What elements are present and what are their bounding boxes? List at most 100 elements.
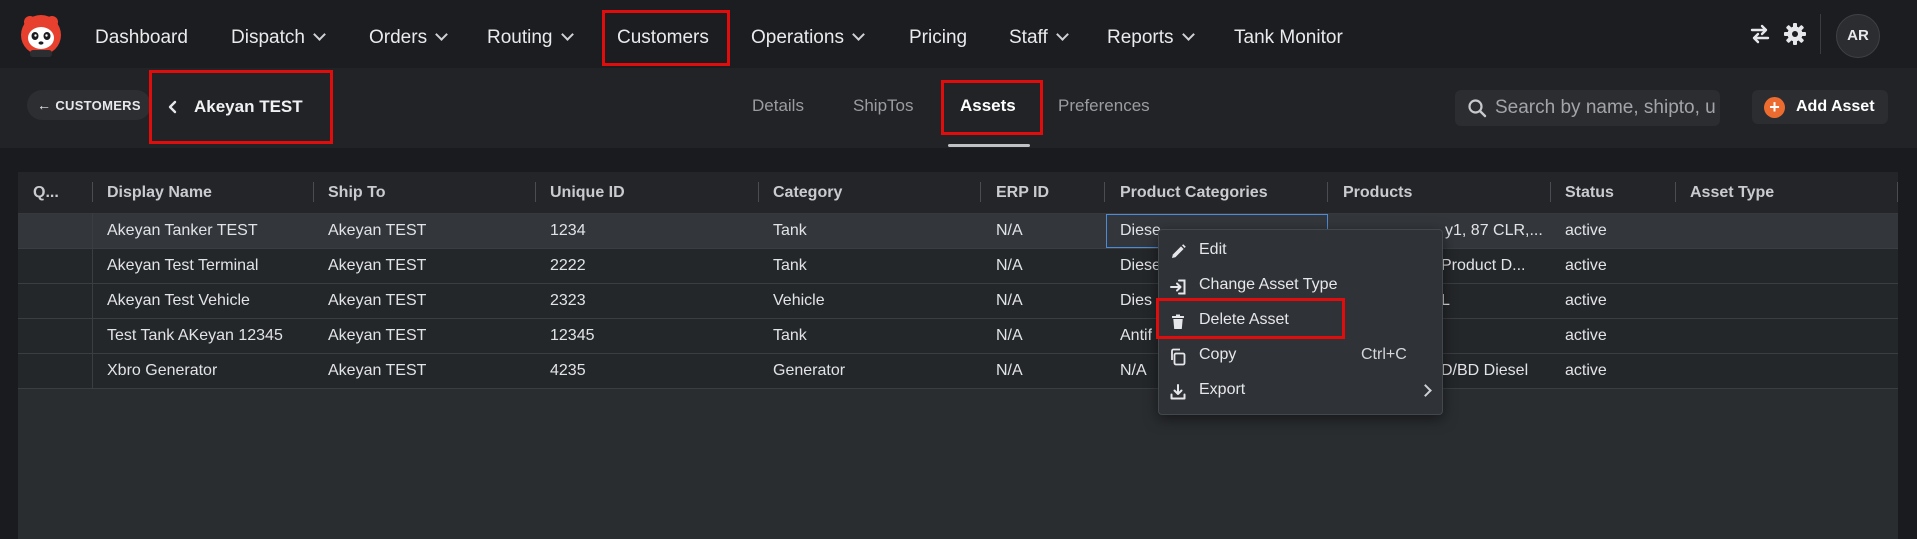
column-header-product-categories[interactable]: Product Categories xyxy=(1120,184,1268,202)
gear-icon[interactable] xyxy=(1783,22,1807,46)
swap-arrows-icon[interactable] xyxy=(1748,22,1772,46)
cell-status: active xyxy=(1565,362,1607,379)
tab-details[interactable]: Details xyxy=(752,96,804,116)
cell-display-name: Xbro Generator xyxy=(107,362,218,379)
cell-unique-id: 4235 xyxy=(550,362,586,379)
cell-unique-id: 12345 xyxy=(550,327,595,344)
column-separator xyxy=(535,182,536,202)
nav-tank-monitor[interactable]: Tank Monitor xyxy=(1234,0,1343,75)
context-menu: Edit Change Asset Type Delete Asset Copy… xyxy=(1158,229,1443,415)
active-tab-indicator xyxy=(948,144,1030,147)
copy-icon xyxy=(1171,348,1186,366)
nav-routing[interactable]: Routing xyxy=(487,0,574,75)
column-header-ship-to[interactable]: Ship To xyxy=(328,184,385,202)
back-to-customers-button[interactable]: ← CUSTOMERS xyxy=(27,90,151,120)
trash-icon xyxy=(1172,314,1184,329)
chevron-down-icon xyxy=(435,28,448,41)
nav-reports[interactable]: Reports xyxy=(1107,0,1195,75)
tab-preferences[interactable]: Preferences xyxy=(1058,96,1150,116)
cell-ship-to: Akeyan TEST xyxy=(328,292,427,309)
table-row[interactable] xyxy=(18,214,1898,249)
column-separator xyxy=(1550,182,1551,202)
menu-item-delete-asset[interactable]: Delete Asset xyxy=(1159,304,1442,339)
chevron-down-icon xyxy=(1055,28,1069,41)
cell-display-name: Test Tank AKeyan 12345 xyxy=(107,327,283,344)
tab-shiptos[interactable]: ShipTos xyxy=(853,96,913,116)
nav-operations[interactable]: Operations xyxy=(751,0,865,75)
column-header-unique-id[interactable]: Unique ID xyxy=(550,184,625,202)
cell-status: active xyxy=(1565,292,1607,309)
nav-orders[interactable]: Orders xyxy=(369,0,448,75)
column-header-status[interactable]: Status xyxy=(1565,184,1614,202)
download-icon xyxy=(1170,384,1186,400)
cell-product-categories: Diese xyxy=(1120,257,1161,274)
pencil-icon xyxy=(1172,244,1186,258)
column-header-category[interactable]: Category xyxy=(773,184,842,202)
column-separator xyxy=(1327,182,1328,202)
column-separator xyxy=(758,182,759,202)
cell-erp-id: N/A xyxy=(996,327,1023,344)
search-icon xyxy=(1468,99,1487,118)
nav-dashboard[interactable]: Dashboard xyxy=(95,0,188,75)
column-header-q[interactable]: Q... xyxy=(33,184,59,202)
cell-category: Tank xyxy=(773,257,807,274)
table-row[interactable] xyxy=(18,319,1898,354)
cell-erp-id: N/A xyxy=(996,257,1023,274)
table-row[interactable] xyxy=(18,284,1898,319)
cell-status: active xyxy=(1565,222,1607,239)
column-header-products[interactable]: Products xyxy=(1343,184,1412,202)
table-row[interactable] xyxy=(18,249,1898,284)
cell-product-categories: N/A xyxy=(1120,362,1147,379)
column-separator xyxy=(313,182,314,202)
column-separator xyxy=(980,182,981,202)
customer-name: Akeyan TEST xyxy=(194,97,303,116)
column-separator xyxy=(1897,182,1898,202)
menu-item-change-asset-type[interactable]: Change Asset Type xyxy=(1159,269,1442,304)
column-separator xyxy=(1104,182,1105,202)
nav-staff[interactable]: Staff xyxy=(1009,0,1069,75)
cell-product-categories: Antif xyxy=(1120,327,1153,344)
avatar[interactable]: AR xyxy=(1836,14,1880,58)
table-row[interactable] xyxy=(18,354,1898,389)
menu-item-export[interactable]: Export xyxy=(1159,374,1442,409)
cell-category: Vehicle xyxy=(773,292,825,309)
plus-icon: + xyxy=(1764,97,1785,118)
add-asset-button[interactable]: + Add Asset xyxy=(1752,90,1888,124)
cell-product-categories: Dies xyxy=(1120,292,1153,309)
cell-display-name: Akeyan Test Vehicle xyxy=(107,292,250,309)
chevron-down-icon xyxy=(313,28,326,41)
checkbox-column-divider xyxy=(92,213,93,388)
logo-panda-icon[interactable] xyxy=(18,12,64,58)
chevron-down-icon xyxy=(560,28,574,41)
nav-customers[interactable]: Customers xyxy=(617,0,709,75)
cell-ship-to: Akeyan TEST xyxy=(328,222,427,239)
menu-item-copy[interactable]: Copy Ctrl+C xyxy=(1159,339,1442,374)
cell-products: Product D... xyxy=(1441,257,1526,274)
cell-unique-id: 2222 xyxy=(550,257,586,274)
column-separator xyxy=(1675,182,1676,202)
menu-item-edit[interactable]: Edit xyxy=(1159,234,1442,269)
cell-ship-to: Akeyan TEST xyxy=(328,257,427,274)
nav-dispatch[interactable]: Dispatch xyxy=(231,0,326,75)
cell-display-name: Akeyan Tanker TEST xyxy=(107,222,258,239)
cell-display-name: Akeyan Test Terminal xyxy=(107,257,259,274)
column-header-asset-type[interactable]: Asset Type xyxy=(1690,184,1774,202)
nav-divider xyxy=(1820,14,1821,54)
chevron-left-icon[interactable] xyxy=(166,96,180,118)
tab-assets[interactable]: Assets xyxy=(960,96,1016,116)
column-header-display-name[interactable]: Display Name xyxy=(107,184,212,202)
cell-unique-id: 2323 xyxy=(550,292,586,309)
chevron-down-icon xyxy=(852,28,865,41)
cell-products: y1, 87 CLR,... xyxy=(1445,222,1543,239)
search-input[interactable] xyxy=(1495,90,1715,126)
column-header-erp-id[interactable]: ERP ID xyxy=(996,184,1049,202)
grid-header xyxy=(18,172,1898,214)
cell-ship-to: Akeyan TEST xyxy=(328,362,427,379)
cell-ship-to: Akeyan TEST xyxy=(328,327,427,344)
cell-category: Generator xyxy=(773,362,846,379)
search-box[interactable] xyxy=(1455,90,1720,126)
column-separator xyxy=(92,182,93,202)
chevron-right-icon xyxy=(1419,384,1432,397)
cell-status: active xyxy=(1565,327,1607,344)
nav-pricing[interactable]: Pricing xyxy=(909,0,967,75)
